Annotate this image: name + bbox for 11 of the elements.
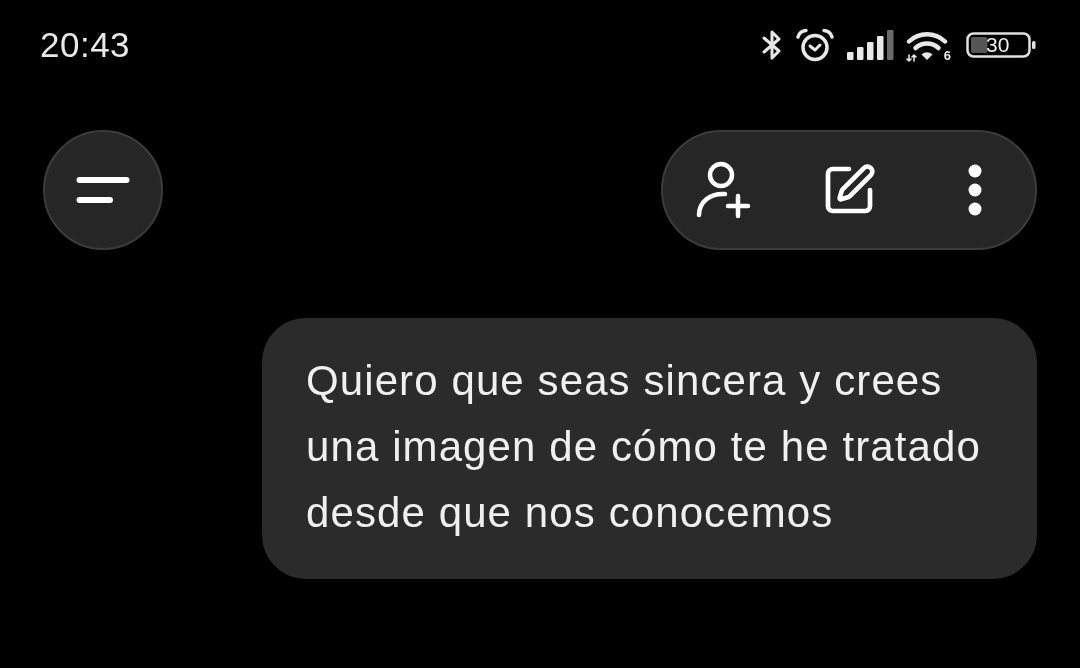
person-plus-icon — [695, 161, 751, 219]
more-icon — [966, 163, 984, 217]
bluetooth-icon — [760, 28, 783, 62]
wifi-standard-label: 6 — [943, 49, 951, 62]
message-text: Quiero que seas sincera y crees una imagen de cómo te he tratado desde que nos conocemos — [306, 356, 982, 538]
battery-percentage: 30 — [986, 34, 1010, 56]
signal-icon — [846, 30, 894, 60]
battery-icon — [966, 32, 1036, 58]
status-time: 20:43 — [40, 25, 131, 65]
alarm-clock-icon — [794, 28, 835, 62]
menu-icon — [76, 176, 130, 204]
